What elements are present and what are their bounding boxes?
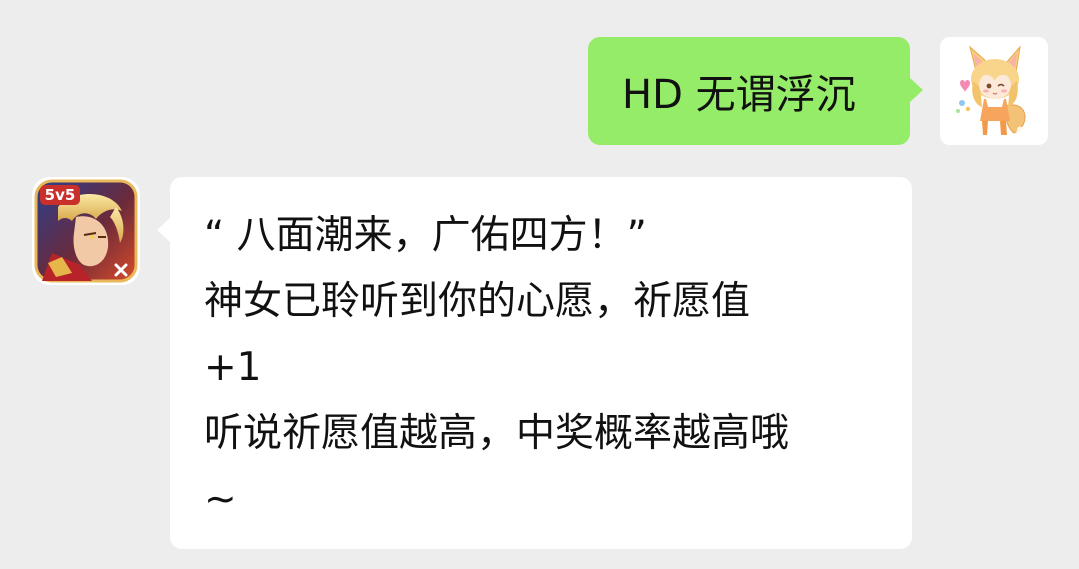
incoming-message-line: +1 [204,345,262,390]
outgoing-message-bubble[interactable]: HD 无谓浮沉 [588,37,923,145]
chat-window: HD 无谓浮沉 5v5 “ 八面潮来，广佑四方！” 神女已聆听到你的心愿，祈愿值… [0,0,1079,569]
incoming-message-line: “ 八面潮来，广佑四方！” [204,213,647,258]
incoming-message-line: 神女已聆听到你的心愿，祈愿值 [204,279,751,324]
game-app-5v5-icon[interactable]: 5v5 [32,177,140,285]
fox-girl-avatar-icon [940,37,1048,145]
game-app-5v5-icon: 5v5 [34,179,138,283]
incoming-message-bubble[interactable]: “ 八面潮来，广佑四方！” 神女已聆听到你的心愿，祈愿值 +1 听说祈愿值越高，… [157,177,912,549]
outgoing-message-text: HD 无谓浮沉 [622,72,856,118]
fox-girl-avatar-icon[interactable] [940,37,1048,145]
incoming-message-line: 听说祈愿值越高，中奖概率越高哦 [204,411,790,456]
incoming-message-line: ~ [204,477,237,522]
game-badge-5v5: 5v5 [45,186,76,204]
